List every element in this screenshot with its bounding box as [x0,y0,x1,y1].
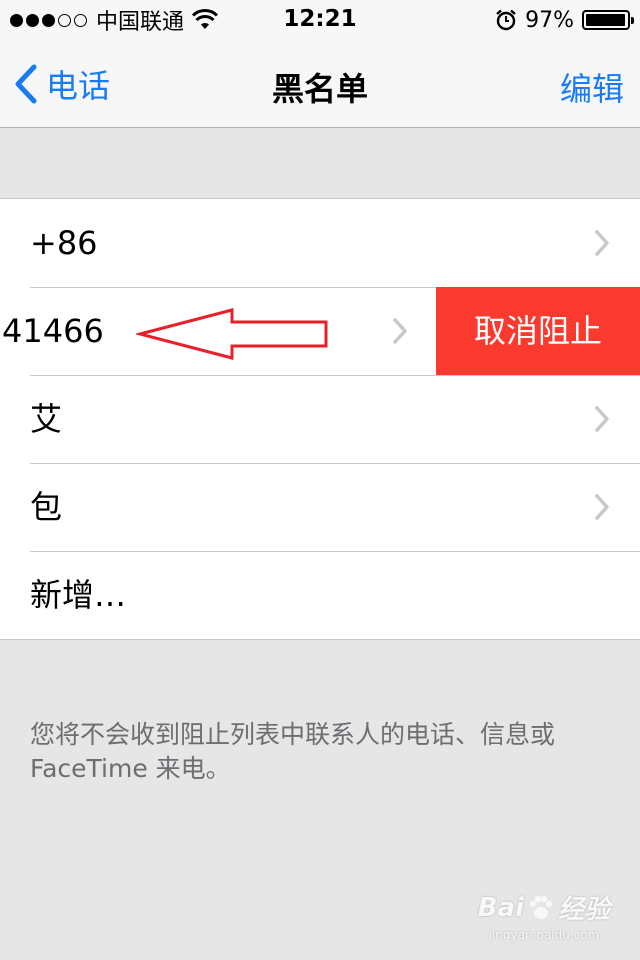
watermark-url: jingyan.baidu.com [488,928,600,942]
battery-fill [586,14,625,26]
watermark: Bai 经验 jingyan.baidu.com [478,889,610,943]
contact-label: 艾 [30,400,63,438]
edit-button[interactable]: 编辑 [560,64,624,110]
unblock-button[interactable]: 取消阻止 [436,287,640,375]
chevron-right-icon [595,230,609,256]
watermark-logo: Bai 经验 [478,889,610,926]
battery-icon [582,10,634,30]
chevron-right-icon [595,494,609,520]
arrow-left-icon [136,308,328,360]
blocked-contact-row[interactable]: 艾 [0,375,640,463]
contact-label: +86 [30,224,98,262]
footer-note: 您将不会收到阻止列表中联系人的电话、信息或 FaceTime 来电。 [30,720,556,783]
chevron-right-icon [595,406,609,432]
contact-label: 包 [30,488,63,526]
navigation-bar: 电话 黑名单 编辑 [0,40,640,128]
watermark-logo-left: Bai [477,892,524,923]
blocked-contact-row[interactable]: +86 [0,199,640,287]
chevron-right-icon [393,318,407,344]
blocked-list: +86 41466 取消阻止 艾 包 新增… [0,198,640,640]
paw-icon [529,895,553,919]
status-bar: 中国联通 12:21 97% [0,0,640,40]
watermark-logo-right: 经验 [557,895,610,925]
alarm-icon [496,9,516,31]
battery-percent: 97% [525,7,574,33]
status-right: 97% [495,5,634,35]
add-new-row[interactable]: 新增… [0,551,640,639]
page-title: 黑名单 [271,70,368,108]
add-new-label: 新增… [30,576,127,614]
contact-label: 41466 [2,312,104,350]
blocked-contact-row[interactable]: 包 [0,463,640,551]
